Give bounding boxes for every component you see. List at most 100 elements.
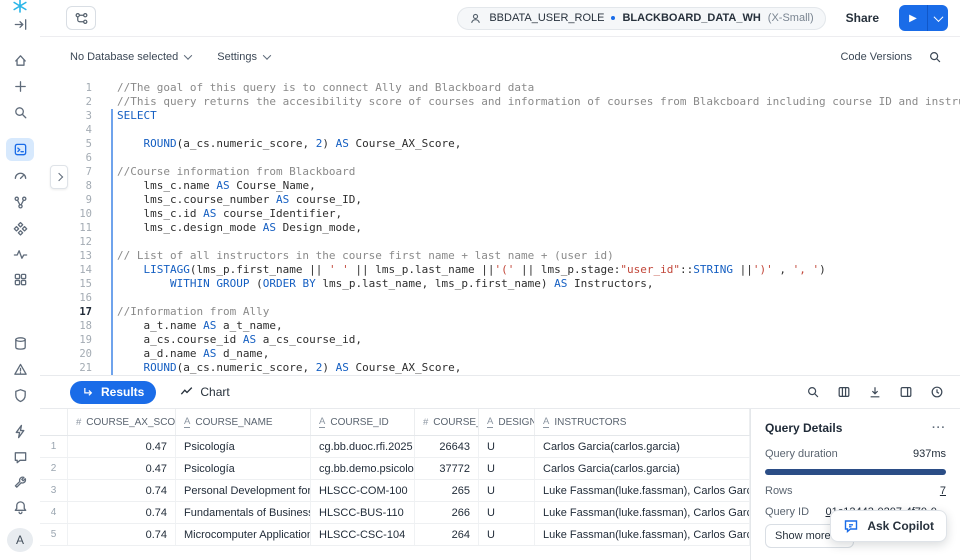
code-line[interactable]: 11 lms_c.design_mode AS Design_mode, <box>40 221 960 235</box>
cell[interactable]: HLSCC-CSC-104 <box>311 524 415 545</box>
cell[interactable]: 266 <box>415 502 479 523</box>
code-line[interactable]: 15 WITHIN GROUP (ORDER BY lms_p.last_nam… <box>40 277 960 291</box>
activity-icon[interactable] <box>6 243 34 265</box>
automation-bolt-icon[interactable] <box>6 421 34 443</box>
code-line[interactable]: 12 <box>40 235 960 249</box>
search-icon[interactable] <box>6 102 34 124</box>
settings-dropdown[interactable]: Settings <box>217 51 270 63</box>
ask-copilot-button[interactable]: Ask Copilot <box>830 510 947 542</box>
cell[interactable]: Psicología <box>176 458 311 479</box>
cell[interactable]: Fundamentals of Business <box>176 502 311 523</box>
code-line[interactable]: 21 ROUND(a_cs.numeric_score, 2) AS Cours… <box>40 361 960 375</box>
cell[interactable]: Carlos Garcia(carlos.garcia) <box>535 436 750 457</box>
code-line[interactable]: 16 <box>40 291 960 305</box>
cell[interactable]: cg.bb.demo.psicologia <box>311 458 415 479</box>
column-header[interactable]: ACOURSE_NAME <box>176 409 311 435</box>
cell[interactable]: U <box>479 502 535 523</box>
row-number[interactable]: 3 <box>40 480 68 501</box>
row-number[interactable]: 2 <box>40 458 68 479</box>
table-row[interactable]: 30.74Personal Development for ColHLSCC-C… <box>40 480 750 502</box>
share-button[interactable]: Share <box>838 7 887 29</box>
code-line[interactable]: 6 <box>40 151 960 165</box>
code-line[interactable]: 8 lms_c.name AS Course_Name, <box>40 179 960 193</box>
run-button[interactable]: ▶ <box>899 5 928 31</box>
cell[interactable]: Luke Fassman(luke.fassman), Carlos Garci… <box>535 502 750 523</box>
code-line[interactable]: 2//This query returns the accesibility s… <box>40 95 960 109</box>
cell[interactable]: 264 <box>415 524 479 545</box>
database-selector[interactable]: No Database selected <box>70 51 191 63</box>
tools-wrench-icon[interactable] <box>6 472 34 494</box>
cell[interactable]: U <box>479 524 535 545</box>
row-number[interactable]: 4 <box>40 502 68 523</box>
object-panel-expander[interactable] <box>50 165 68 189</box>
tab-chart[interactable]: Chart <box>180 385 229 399</box>
expand-panel-icon[interactable] <box>6 14 34 36</box>
table-row[interactable]: 40.74Fundamentals of BusinessHLSCC-BUS-1… <box>40 502 750 524</box>
cell[interactable]: HLSCC-COM-100 <box>311 480 415 501</box>
data-lineage-icon[interactable] <box>6 191 34 213</box>
row-number[interactable]: 1 <box>40 436 68 457</box>
cell[interactable]: U <box>479 458 535 479</box>
worksheet-flow-icon[interactable] <box>66 6 96 30</box>
code-line[interactable]: 7//Course information from Blackboard <box>40 165 960 179</box>
cell[interactable]: 0.47 <box>68 458 176 479</box>
user-avatar[interactable]: A <box>7 528 33 552</box>
rows-value-link[interactable]: 7 <box>940 485 946 497</box>
code-line[interactable]: 9 lms_c.course_number AS course_ID, <box>40 193 960 207</box>
cell[interactable]: Personal Development for Col <box>176 480 311 501</box>
code-line[interactable]: 18 a_t.name AS a_t_name, <box>40 319 960 333</box>
cell[interactable]: 0.74 <box>68 480 176 501</box>
more-options-icon[interactable]: ··· <box>932 422 946 434</box>
assistant-chat-icon[interactable] <box>6 447 34 469</box>
table-row[interactable]: 50.74Microcomputer ApplicationsHLSCC-CSC… <box>40 524 750 546</box>
column-header[interactable]: ACOURSE_ID <box>311 409 415 435</box>
column-header[interactable]: ADESIGN_ <box>479 409 535 435</box>
cell[interactable]: 0.47 <box>68 436 176 457</box>
code-line[interactable]: 13// List of all instructors in the cour… <box>40 249 960 263</box>
worksheets-icon[interactable] <box>6 138 34 162</box>
cell[interactable]: cg.bb.duoc.rfi.2025 <box>311 436 415 457</box>
code-line[interactable]: 20 a_d.name AS d_name, <box>40 347 960 361</box>
notifications-bell-icon[interactable] <box>6 496 34 518</box>
code-line[interactable]: 4 <box>40 123 960 137</box>
cell[interactable]: U <box>479 480 535 501</box>
code-line[interactable]: 5 ROUND(a_cs.numeric_score, 2) AS Course… <box>40 137 960 151</box>
cell[interactable]: 265 <box>415 480 479 501</box>
split-panel-icon[interactable] <box>899 385 913 399</box>
apps-icon[interactable] <box>6 269 34 291</box>
download-icon[interactable] <box>868 385 882 399</box>
column-header[interactable]: AINSTRUCTORS <box>535 409 750 435</box>
run-options-button[interactable] <box>928 5 948 31</box>
cell[interactable]: Luke Fassman(luke.fassman), Carlos Garci… <box>535 524 750 545</box>
home-icon[interactable] <box>6 50 34 72</box>
create-icon[interactable] <box>6 76 34 98</box>
table-row[interactable]: 10.47Psicologíacg.bb.duoc.rfi.202526643U… <box>40 436 750 458</box>
cell[interactable]: Luke Fassman(luke.fassman), Carlos Garci… <box>535 480 750 501</box>
cell[interactable]: Microcomputer Applications <box>176 524 311 545</box>
databases-icon[interactable] <box>6 333 34 355</box>
cell[interactable]: Psicología <box>176 436 311 457</box>
code-line[interactable]: 10 lms_c.id AS course_Identifier, <box>40 207 960 221</box>
code-line[interactable]: 17//Information from Ally <box>40 305 960 319</box>
history-clock-icon[interactable] <box>930 385 944 399</box>
cell[interactable]: 26643 <box>415 436 479 457</box>
sql-editor[interactable]: 1//The goal of this query is to connect … <box>40 77 960 375</box>
columns-icon[interactable] <box>837 385 851 399</box>
cell[interactable]: 0.74 <box>68 524 176 545</box>
results-search-icon[interactable] <box>806 385 820 399</box>
cell[interactable]: 0.74 <box>68 502 176 523</box>
code-line[interactable]: 3SELECT <box>40 109 960 123</box>
context-selector[interactable]: BBDATA_USER_ROLE BLACKBOARD_DATA_WH (X-S… <box>457 7 825 30</box>
cell[interactable]: Carlos Garcia(carlos.garcia) <box>535 458 750 479</box>
marketplace-icon[interactable] <box>6 217 34 239</box>
dashboards-icon[interactable] <box>6 165 34 187</box>
row-number[interactable]: 5 <box>40 524 68 545</box>
column-header[interactable]: #COURSE_I <box>415 409 479 435</box>
code-line[interactable]: 19 a_cs.course_id AS a_cs_course_id, <box>40 333 960 347</box>
cell[interactable]: U <box>479 436 535 457</box>
cell[interactable]: 37772 <box>415 458 479 479</box>
code-versions-link[interactable]: Code Versions <box>840 51 912 63</box>
alerts-icon[interactable] <box>6 359 34 381</box>
code-line[interactable]: 1//The goal of this query is to connect … <box>40 81 960 95</box>
column-header[interactable]: #COURSE_AX_SCOR <box>68 409 176 435</box>
